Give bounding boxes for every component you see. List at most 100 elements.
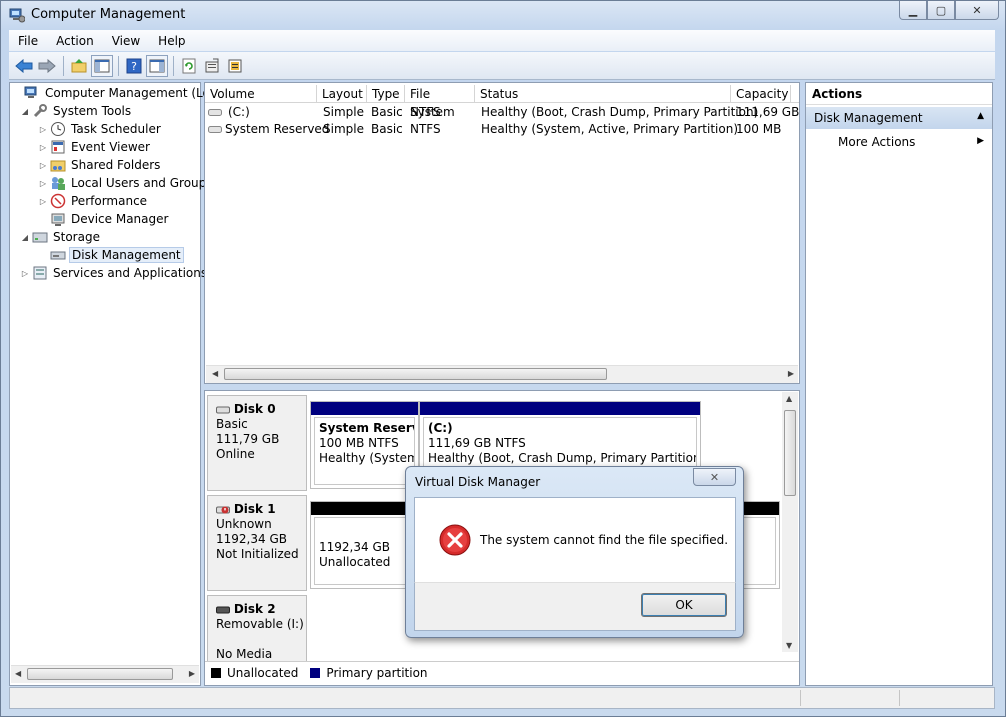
tree-item-storage[interactable]: ◢ Storage xyxy=(20,228,102,246)
close-icon: ✕ xyxy=(972,3,982,17)
close-button[interactable]: ✕ xyxy=(955,1,999,20)
expanded-arrow-icon[interactable]: ◢ xyxy=(20,107,30,116)
actions-section-disk-management[interactable]: Disk Management ▲ xyxy=(806,107,992,129)
partition-size: 100 MB NTFS xyxy=(319,436,399,450)
ok-button[interactable]: OK xyxy=(641,593,727,617)
up-one-level-button[interactable] xyxy=(68,55,90,77)
disk-0-label[interactable]: Disk 0 Basic 111,79 GB Online xyxy=(207,395,307,491)
minimize-button[interactable]: ▁ xyxy=(899,1,927,20)
collapsed-arrow-icon[interactable]: ▷ xyxy=(38,125,48,134)
scroll-right-icon[interactable]: ▶ xyxy=(189,669,195,678)
action-pane-icon xyxy=(149,59,165,72)
forward-arrow-icon xyxy=(38,58,56,73)
tree-horizontal-scrollbar[interactable]: ◀ ▶ xyxy=(11,665,199,683)
collapsed-arrow-icon[interactable]: ▷ xyxy=(20,269,30,278)
help-button[interactable]: ? xyxy=(123,55,145,77)
export-icon xyxy=(228,59,242,72)
column-status[interactable]: Status xyxy=(475,85,731,103)
cell-file-system: NTFS xyxy=(410,122,441,136)
tree-item-services-and-applications[interactable]: ▷ Services and Applications xyxy=(20,264,209,282)
tree-label: System Tools xyxy=(53,104,132,118)
collapsed-arrow-icon[interactable]: ▷ xyxy=(38,143,48,152)
menu-help[interactable]: Help xyxy=(149,34,194,48)
tree-item-local-users-and-groups[interactable]: ▷ Local Users and Groups xyxy=(38,174,215,192)
scroll-down-icon[interactable]: ▼ xyxy=(786,641,792,650)
window-title: Computer Management xyxy=(31,7,186,22)
menu-file[interactable]: File xyxy=(9,34,47,48)
partition-name: (C:) xyxy=(428,421,453,435)
scroll-thumb[interactable] xyxy=(27,668,173,680)
properties-button[interactable] xyxy=(201,55,223,77)
collapse-up-icon[interactable]: ▲ xyxy=(977,111,984,121)
tree-item-performance[interactable]: ▷ Performance xyxy=(38,192,149,210)
help-icon: ? xyxy=(126,58,142,73)
actions-pane: Actions Disk Management ▲ More Actions ▶ xyxy=(805,82,993,686)
table-row[interactable]: (C:) Simple Basic NTFS Healthy (Boot, Cr… xyxy=(205,104,799,121)
scroll-left-icon[interactable]: ◀ xyxy=(212,369,218,378)
cell-status: Healthy (Boot, Crash Dump, Primary Parti… xyxy=(481,105,759,119)
tree-item-event-viewer[interactable]: ▷ Event Viewer xyxy=(38,138,152,156)
computer-management-icon xyxy=(24,86,37,98)
tree-item-disk-management[interactable]: Disk Management xyxy=(38,246,184,264)
shared-folder-icon xyxy=(50,160,66,172)
column-file-system[interactable]: File System xyxy=(405,85,475,119)
disk-name: Disk 0 xyxy=(233,402,276,416)
console-tree-icon xyxy=(94,59,110,72)
tree-label: Performance xyxy=(71,194,148,208)
disk-2-label[interactable]: Disk 2 Removable (I:) No Media xyxy=(207,595,307,661)
refresh-icon xyxy=(182,58,196,73)
disk-type: Removable (I:) xyxy=(216,617,304,631)
table-row[interactable]: System Reserved Simple Basic NTFS Health… xyxy=(205,121,799,138)
maximize-button[interactable]: ▢ xyxy=(927,1,955,20)
disk-status: Not Initialized xyxy=(216,547,299,561)
scroll-left-icon[interactable]: ◀ xyxy=(15,669,21,678)
dialog-close-button[interactable]: ✕ xyxy=(693,468,736,486)
error-icon xyxy=(439,524,471,556)
tree-label: Device Manager xyxy=(71,212,169,226)
cell-layout: Simple xyxy=(323,122,364,136)
scroll-up-icon[interactable]: ▲ xyxy=(786,394,792,403)
volume-drive-icon xyxy=(208,109,222,116)
actions-title: Actions xyxy=(806,83,992,105)
scroll-thumb[interactable] xyxy=(784,410,796,496)
tree-item-shared-folders[interactable]: ▷ Shared Folders xyxy=(38,156,162,174)
cell-type: Basic xyxy=(371,122,403,136)
collapsed-arrow-icon[interactable]: ▷ xyxy=(38,161,48,170)
refresh-button[interactable] xyxy=(178,55,200,77)
tree-item-system-tools[interactable]: ◢ System Tools xyxy=(20,102,133,120)
disk-1-label[interactable]: Disk 1 Unknown 1192,34 GB Not Initialize… xyxy=(207,495,307,591)
tree-item-device-manager[interactable]: Device Manager xyxy=(38,210,170,228)
maximize-icon: ▢ xyxy=(935,3,947,17)
disk-size: 111,79 GB xyxy=(216,432,280,446)
minimize-icon: ▁ xyxy=(908,3,918,17)
column-layout[interactable]: Layout xyxy=(317,85,367,103)
collapsed-arrow-icon[interactable]: ▷ xyxy=(38,179,48,188)
collapsed-arrow-icon[interactable]: ▷ xyxy=(38,197,48,206)
back-button[interactable] xyxy=(13,55,35,77)
menu-view[interactable]: View xyxy=(103,34,149,48)
hard-disk-icon xyxy=(216,406,230,413)
column-type[interactable]: Type xyxy=(367,85,405,103)
tree-item-computer-management[interactable]: Computer Management (Local xyxy=(12,84,229,102)
column-volume[interactable]: Volume xyxy=(205,85,317,103)
volume-list-horizontal-scrollbar[interactable]: ◀ ▶ xyxy=(206,365,798,383)
menu-action[interactable]: Action xyxy=(47,34,103,48)
disk-size: 1192,34 GB xyxy=(216,532,287,546)
scroll-thumb[interactable] xyxy=(224,368,607,380)
column-capacity[interactable]: Capacity xyxy=(731,85,791,103)
primary-partition-bar xyxy=(420,402,700,415)
disk-management-icon xyxy=(50,251,66,260)
show-hide-console-tree-button[interactable] xyxy=(91,54,113,77)
tree-item-task-scheduler[interactable]: ▷ Task Scheduler xyxy=(38,120,163,138)
partition-system-reserved[interactable]: System Reservec 100 MB NTFS Healthy (Sys… xyxy=(310,401,419,489)
show-hide-action-pane-button[interactable] xyxy=(146,54,168,77)
more-actions-item[interactable]: More Actions ▶ xyxy=(806,133,992,153)
cell-file-system: NTFS xyxy=(410,105,441,119)
expanded-arrow-icon[interactable]: ◢ xyxy=(20,233,30,242)
export-list-button[interactable] xyxy=(224,55,246,77)
forward-button[interactable] xyxy=(36,55,58,77)
toolbar: ? xyxy=(9,52,995,80)
disk-map-vertical-scrollbar[interactable]: ▲ ▼ xyxy=(782,392,798,652)
toolbar-separator xyxy=(118,55,119,76)
scroll-right-icon[interactable]: ▶ xyxy=(788,369,794,378)
